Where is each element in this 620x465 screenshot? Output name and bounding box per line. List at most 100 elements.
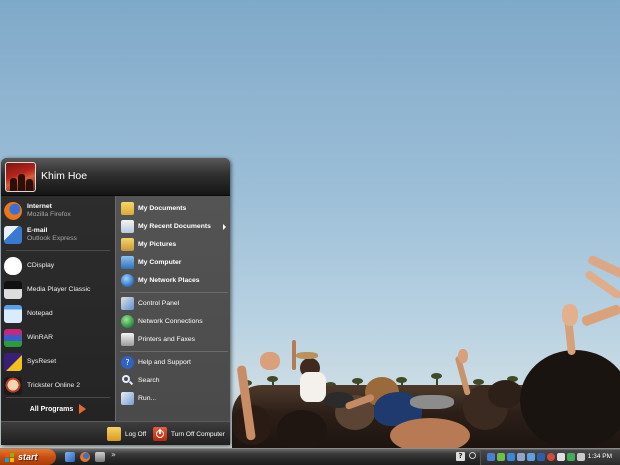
windows-flag-icon [5, 452, 14, 462]
start-menu: Khim Hoe Internet Mozilla Firefox E-mail… [1, 158, 230, 445]
tool-label: Run... [138, 395, 157, 402]
printers-faxes-icon [121, 333, 134, 346]
place-my-network-places[interactable]: My Network Places [121, 274, 229, 287]
crowd-head [277, 410, 327, 448]
place-label: My Network Places [138, 277, 200, 284]
program-item-winrar[interactable]: WinRAR [4, 329, 112, 347]
turn-off-computer-button[interactable]: Turn Off Computer [153, 427, 225, 441]
tool-run[interactable]: Run... [121, 392, 229, 405]
place-label: My Pictures [138, 241, 177, 248]
program-item-sysreset[interactable]: SysReset [4, 353, 112, 371]
crowd-head [488, 380, 523, 408]
program-item-media-player-classic[interactable]: Media Player Classic [4, 281, 112, 299]
program-label: Notepad [27, 310, 53, 317]
log-off-label: Log Off [125, 430, 147, 438]
place-label: My Documents [138, 205, 187, 212]
log-off-button[interactable]: Log Off [107, 427, 146, 441]
separator [120, 292, 228, 293]
quicklaunch-chevron-icon[interactable]: » [111, 450, 116, 459]
firefox-quicklaunch-icon[interactable] [80, 452, 90, 462]
crowd-face [390, 418, 470, 448]
place-my-documents[interactable]: My Documents [121, 202, 229, 215]
places-pane: My Documents My Recent Documents My Pict… [115, 196, 230, 421]
tray-app-icon[interactable] [507, 453, 515, 461]
media-player-classic-icon [4, 281, 22, 299]
language-bar-icon[interactable] [468, 451, 477, 462]
separator [120, 351, 228, 352]
raised-hand [562, 304, 578, 326]
pinned-title: E-mail [27, 227, 48, 234]
tray-app-icon[interactable] [547, 453, 555, 461]
tool-help-support[interactable]: ? Help and Support [121, 356, 229, 369]
submenu-arrow-icon [223, 223, 226, 230]
pinned-title: Internet [27, 203, 52, 210]
setting-printers-faxes[interactable]: Printers and Faxes [121, 333, 229, 346]
outlook-express-icon [4, 226, 22, 244]
tray-app-icon[interactable] [517, 453, 525, 461]
tool-search[interactable]: Search [121, 374, 229, 387]
setting-control-panel[interactable]: Control Panel [121, 297, 229, 310]
program-label: WinRAR [27, 334, 54, 341]
setting-label: Control Panel [138, 300, 180, 307]
explorer-quicklaunch-icon[interactable] [95, 452, 105, 462]
program-item-trickster-online[interactable]: Trickster Online 2 [4, 377, 112, 395]
sysreset-icon [4, 353, 22, 371]
pinned-subtitle: Mozilla Firefox [27, 211, 71, 218]
raised-arm [292, 340, 296, 370]
volume-icon[interactable] [577, 453, 585, 461]
all-programs-label: All Programs [29, 405, 74, 413]
tray-app-icon[interactable] [557, 453, 565, 461]
arrow-right-icon [79, 404, 87, 414]
start-button[interactable]: start [0, 449, 56, 465]
power-icon [153, 427, 167, 441]
tray-app-icon[interactable] [487, 453, 495, 461]
help-icon: ? [121, 356, 134, 369]
start-menu-header: Khim Hoe [1, 158, 230, 196]
pinned-internet[interactable]: Internet Mozilla Firefox [4, 202, 112, 220]
program-label: Media Player Classic [27, 286, 91, 293]
raised-arm [580, 303, 620, 327]
help-tray-icon[interactable]: ? [456, 452, 465, 461]
tool-label: Search [138, 377, 160, 384]
run-icon [121, 392, 134, 405]
log-off-icon [107, 427, 121, 441]
notepad-icon [4, 305, 22, 323]
tray-app-icon[interactable] [567, 453, 575, 461]
start-menu-footer: Log Off Turn Off Computer [1, 421, 230, 445]
my-recent-documents-icon [121, 220, 134, 233]
tray-app-icon[interactable] [497, 453, 505, 461]
program-label: CDisplay [27, 262, 55, 269]
tray-app-icon[interactable] [537, 453, 545, 461]
place-label: My Computer [138, 259, 182, 266]
crowd-hat [296, 352, 318, 359]
user-name: Khim Hoe [41, 170, 88, 182]
tray-app-icon[interactable] [527, 453, 535, 461]
raised-hand [260, 352, 280, 370]
crowd-sunglasses [410, 395, 454, 409]
cdisplay-icon [4, 257, 22, 275]
program-item-notepad[interactable]: Notepad [4, 305, 112, 323]
start-label: start [18, 452, 38, 462]
network-connections-icon [121, 315, 134, 328]
user-avatar[interactable] [5, 162, 36, 192]
clock[interactable]: 1:34 PM [588, 453, 612, 460]
my-computer-icon [121, 256, 134, 269]
crowd-shirt [300, 372, 326, 402]
raised-hand [458, 349, 468, 363]
setting-network-connections[interactable]: Network Connections [121, 315, 229, 328]
program-label: Trickster Online 2 [27, 382, 81, 389]
show-desktop-icon[interactable] [65, 452, 75, 462]
place-my-recent-documents[interactable]: My Recent Documents [121, 220, 229, 233]
program-item-cdisplay[interactable]: CDisplay [4, 257, 112, 275]
separator [6, 250, 110, 251]
winrar-icon [4, 329, 22, 347]
firefox-icon [4, 202, 22, 220]
system-tray: 1:34 PM [480, 450, 620, 465]
place-my-computer[interactable]: My Computer [121, 256, 229, 269]
pinned-email[interactable]: E-mail Outlook Express [4, 226, 112, 244]
place-my-pictures[interactable]: My Pictures [121, 238, 229, 251]
program-label: SysReset [27, 358, 57, 365]
search-icon [121, 374, 134, 387]
crowd-head [520, 350, 620, 448]
all-programs-button[interactable]: All Programs [1, 398, 115, 420]
